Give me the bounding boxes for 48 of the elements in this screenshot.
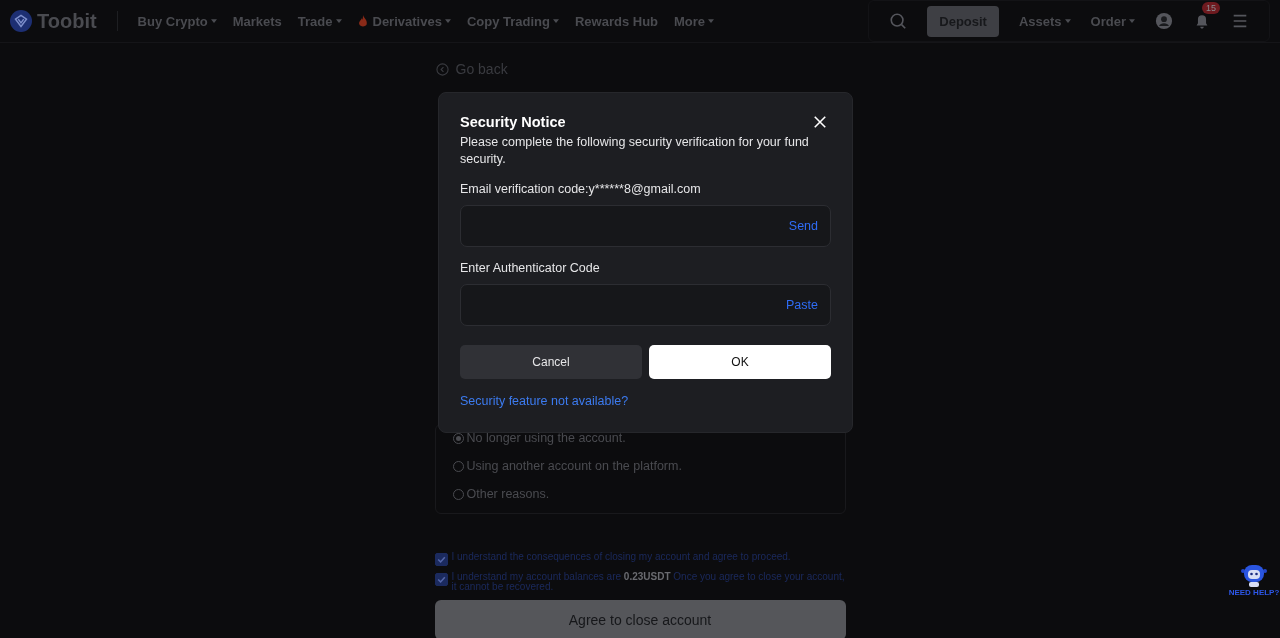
nav-menu[interactable]: Assets [1018, 13, 1071, 29]
brand-name[interactable]: Toobit [37, 9, 97, 33]
user-icon[interactable] [1155, 12, 1173, 30]
dialog-description: Please complete the following security verification for your fund security. [460, 134, 810, 168]
code-field[interactable]: Send [460, 205, 831, 247]
reason-option[interactable]: Using another account on the platform. [452, 459, 828, 473]
nav-link[interactable]: Trade [297, 13, 342, 29]
search-icon[interactable] [889, 12, 908, 30]
reason-label: Other reasons. [466, 487, 550, 501]
cancel-button[interactable]: Cancel [460, 345, 642, 379]
nav-link[interactable]: Derivatives [357, 13, 451, 29]
caret-icon [1064, 19, 1071, 23]
caret-icon [708, 19, 715, 23]
field-action-link[interactable]: Paste [786, 298, 818, 312]
caret-icon [210, 19, 217, 23]
ok-button[interactable]: OK [649, 345, 831, 379]
caret-icon [444, 19, 451, 23]
back-icon [435, 62, 449, 76]
nav-link[interactable]: Buy Crypto [137, 13, 217, 29]
close-icon[interactable] [813, 115, 827, 129]
caret-icon [335, 19, 342, 23]
field-label: Enter Authenticator Code [460, 261, 601, 275]
robot-icon [1239, 562, 1269, 588]
checkbox[interactable] [434, 573, 448, 586]
field-label: Email verification code:y******8@gmail.com [460, 182, 702, 196]
code-field[interactable]: Paste [460, 284, 831, 326]
reason-option[interactable]: Other reasons. [452, 487, 828, 501]
menu-icon[interactable] [1231, 12, 1249, 30]
caret-icon [552, 19, 559, 23]
help-label: NEED HELP? [1228, 588, 1280, 597]
nav-link[interactable]: Copy Trading [466, 13, 559, 29]
caret-icon [1129, 19, 1135, 23]
nav-link[interactable]: Rewards Hub [574, 13, 659, 29]
field-action-link[interactable]: Send [788, 219, 818, 233]
nav-link[interactable]: More [674, 13, 715, 29]
logo-icon [10, 10, 32, 32]
nav-menu[interactable]: Order [1090, 13, 1135, 29]
flame-icon [357, 14, 368, 28]
check-icon [435, 574, 447, 585]
help-link[interactable]: Security feature not available? [460, 394, 831, 408]
reason-label: No longer using the account. [466, 431, 626, 445]
check-icon [435, 554, 447, 565]
dialog-title: Security Notice [460, 114, 566, 130]
nav-link[interactable]: Markets [232, 13, 282, 29]
reason-label: Using another account on the platform. [466, 459, 682, 473]
notification-badge: 15 [1202, 2, 1220, 14]
close-account-button[interactable]: Agree to close account [434, 600, 846, 638]
checkbox[interactable] [434, 553, 448, 566]
